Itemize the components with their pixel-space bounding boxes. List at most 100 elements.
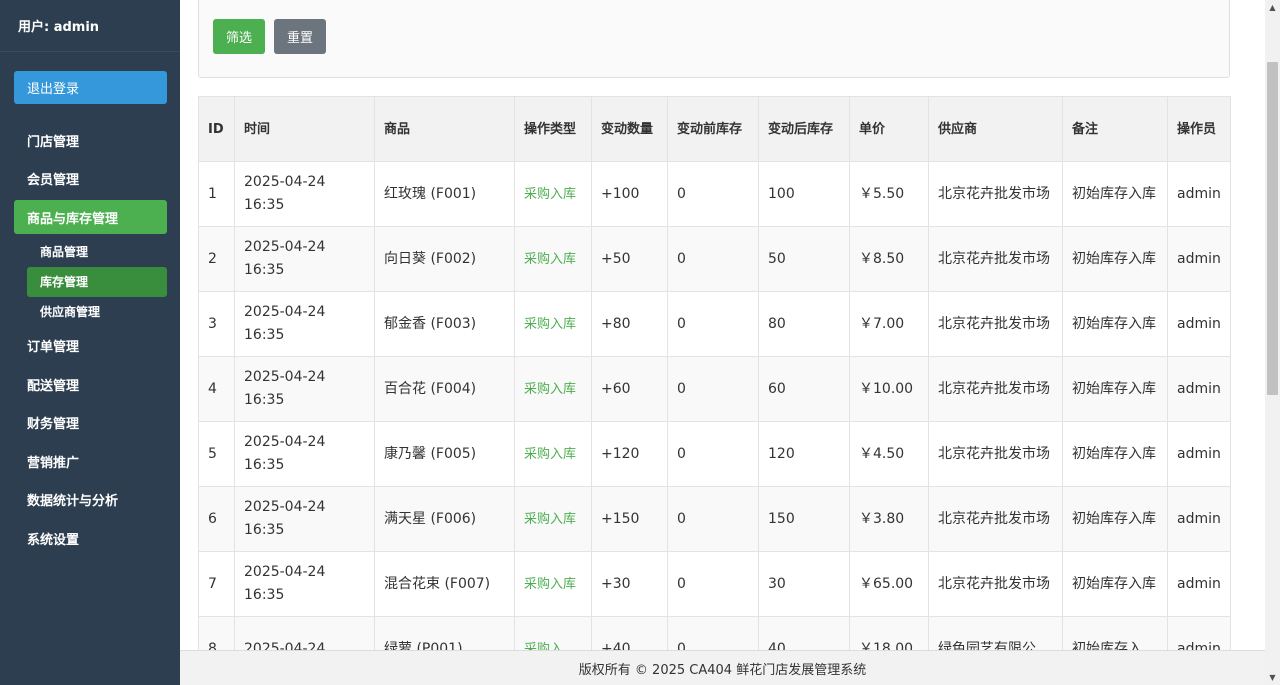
cell-price: ￥10.00 [849,356,929,422]
scroll-up-arrow-icon[interactable]: ▲ [1265,0,1280,15]
cell-change: +150 [591,486,668,552]
cell-product: 满天星 (F006) [374,486,515,552]
cell-type: 采购入库 [514,486,592,552]
cell-time: 2025-04-24 16:35 [234,161,375,227]
cell-operator: admin [1167,551,1231,617]
nav-item-finance[interactable]: 财务管理 [0,403,180,442]
cell-time: 2025-04-24 [234,616,375,650]
cell-price: ￥5.50 [849,161,929,227]
cell-change: +80 [591,291,668,357]
cell-time: 2025-04-24 16:35 [234,356,375,422]
cell-note: 初始库存入库 [1062,226,1168,292]
header-note: 备注 [1062,96,1168,162]
nav-item-settings[interactable]: 系统设置 [0,519,180,558]
cell-change: +50 [591,226,668,292]
cell-price: ￥7.00 [849,291,929,357]
table-row: 4 2025-04-24 16:35 百合花 (F004) 采购入库 +60 0 60 ￥10… [198,356,1231,422]
logout-button[interactable]: 退出登录 [14,71,167,104]
cell-product: 百合花 (F004) [374,356,515,422]
sub-item-product[interactable]: 商品管理 [0,237,180,267]
cell-supplier: 北京花卉批发市场 [928,356,1063,422]
table-header-row: ID 时间 商品 操作类型 变动数量 变动前库存 变动后库存 单价 供应商 备注… [198,96,1231,162]
cell-after: 120 [758,421,850,487]
cell-before: 0 [667,291,759,357]
nav-item-statistics[interactable]: 数据统计与分析 [0,480,180,519]
filter-button[interactable]: 筛选 [213,19,265,54]
cell-id: 7 [198,551,235,617]
nav-item-member[interactable]: 会员管理 [0,160,180,199]
nav-menu: 门店管理 会员管理 商品与库存管理 商品管理 库存管理 供应商管理 订单管理 配… [0,121,180,557]
table-row: 5 2025-04-24 16:35 康乃馨 (F005) 采购入库 +120 0 120 ￥… [198,421,1231,487]
nav-item-order[interactable]: 订单管理 [0,326,180,365]
cell-operator: admin [1167,226,1231,292]
cell-product: 绿萝 (P001) [374,616,515,650]
cell-time: 2025-04-24 16:35 [234,226,375,292]
nav-item-store[interactable]: 门店管理 [0,121,180,160]
cell-before: 0 [667,551,759,617]
cell-product: 康乃馨 (F005) [374,421,515,487]
cell-time: 2025-04-24 16:35 [234,421,375,487]
reset-button[interactable]: 重置 [274,19,326,54]
header-change: 变动数量 [591,96,668,162]
sidebar: 用户: admin 退出登录 门店管理 会员管理 商品与库存管理 商品管理 库存… [0,0,180,685]
cell-supplier: 北京花卉批发市场 [928,226,1063,292]
cell-change: +120 [591,421,668,487]
cell-time: 2025-04-24 16:35 [234,291,375,357]
table-row: 1 2025-04-24 16:35 红玫瑰 (F001) 采购入库 +100 0 100 ￥… [198,161,1231,227]
header-operator: 操作员 [1167,96,1231,162]
cell-type: 采购入库 [514,161,592,227]
sub-item-inventory[interactable]: 库存管理 [27,266,167,297]
cell-operator: admin [1167,486,1231,552]
cell-operator: admin [1167,616,1231,650]
table-row: 7 2025-04-24 16:35 混合花束 (F007) 采购入库 +30 0 30 ￥6… [198,551,1231,617]
header-id: ID [198,96,235,162]
cell-after: 80 [758,291,850,357]
cell-change: +40 [591,616,668,650]
cell-id: 6 [198,486,235,552]
nav-item-product-inventory[interactable]: 商品与库存管理 [14,200,167,234]
cell-product: 红玫瑰 (F001) [374,161,515,227]
scroll-down-arrow-icon[interactable]: ▼ [1265,670,1280,685]
cell-time: 2025-04-24 16:35 [234,486,375,552]
cell-price: ￥8.50 [849,226,929,292]
cell-change: +100 [591,161,668,227]
cell-before: 0 [667,356,759,422]
user-info: 用户: admin [0,0,180,52]
header-product: 商品 [374,96,515,162]
cell-type: 采购入库 [514,551,592,617]
cell-note: 初始库存入库 [1062,551,1168,617]
nav-item-delivery[interactable]: 配送管理 [0,365,180,404]
cell-product: 混合花束 (F007) [374,551,515,617]
cell-operator: admin [1167,161,1231,227]
cell-id: 8 [198,616,235,650]
table-row: 3 2025-04-24 16:35 郁金香 (F003) 采购入库 +80 0 80 ￥7.… [198,291,1231,357]
header-time: 时间 [234,96,375,162]
cell-before: 0 [667,486,759,552]
cell-supplier: 北京花卉批发市场 [928,291,1063,357]
cell-change: +60 [591,356,668,422]
cell-before: 0 [667,616,759,650]
table-row: 2 2025-04-24 16:35 向日葵 (F002) 采购入库 +50 0 50 ￥8.… [198,226,1231,292]
cell-operator: admin [1167,356,1231,422]
cell-type: 采购入库 [514,356,592,422]
cell-product: 向日葵 (F002) [374,226,515,292]
cell-supplier: 北京花卉批发市场 [928,421,1063,487]
sub-item-supplier[interactable]: 供应商管理 [0,297,180,327]
cell-supplier: 绿色园艺有限公 [928,616,1063,650]
cell-note: 初始库存入 [1062,616,1168,650]
cell-price: ￥18.00 [849,616,929,650]
cell-note: 初始库存入库 [1062,486,1168,552]
cell-type: 采购入 [514,616,592,650]
cell-id: 3 [198,291,235,357]
cell-id: 1 [198,161,235,227]
cell-after: 60 [758,356,850,422]
scroll-thumb[interactable] [1267,62,1278,395]
header-before: 变动前库存 [667,96,759,162]
cell-after: 40 [758,616,850,650]
cell-supplier: 北京花卉批发市场 [928,486,1063,552]
cell-id: 4 [198,356,235,422]
cell-after: 30 [758,551,850,617]
page-scrollbar[interactable]: ▲ ▼ [1265,0,1280,685]
nav-item-marketing[interactable]: 营销推广 [0,442,180,481]
cell-id: 5 [198,421,235,487]
